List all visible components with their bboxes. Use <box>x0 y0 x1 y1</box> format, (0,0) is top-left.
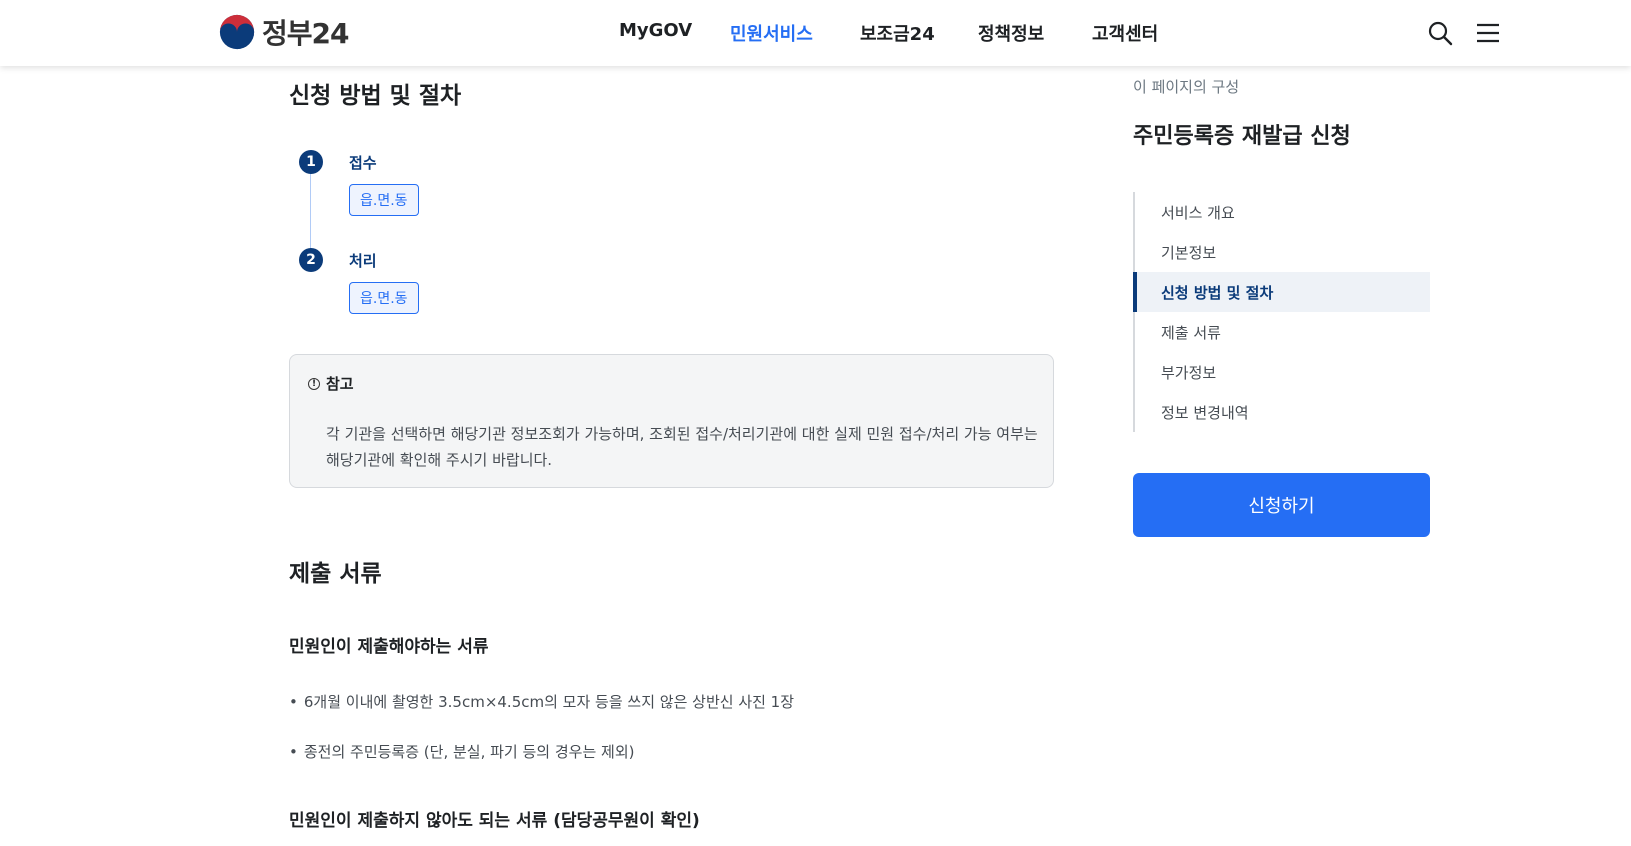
procedure-steps: 1 접수 읍.면.동 2 처리 읍.면.동 <box>299 150 699 330</box>
main-nav: MyGOV 민원서비스 보조금24 정책정보 고객센터 <box>0 0 1631 66</box>
org-tag-reception[interactable]: 읍.면.동 <box>349 184 419 216</box>
toc-list: 서비스 개요 기본정보 신청 방법 및 절차 제출 서류 부가정보 정보 변경내… <box>1133 192 1430 432</box>
step-connector <box>310 162 311 260</box>
step-title-reception: 접수 <box>349 154 377 172</box>
site-header: 정부24 MyGOV 민원서비스 보조금24 정책정보 고객센터 <box>0 0 1631 66</box>
search-icon[interactable] <box>1427 20 1453 46</box>
list-item: 6개월 이내에 촬영한 3.5cm×4.5cm의 모자 등을 쓰지 않은 상반신… <box>289 691 794 712</box>
toc-caption: 이 페이지의 구성 <box>1133 78 1240 96</box>
notice-body: 각 기관을 선택하면 해당기관 정보조회가 가능하며, 조회된 접수/처리기관에… <box>326 425 1038 469</box>
step-number: 2 <box>299 248 323 272</box>
list-item: 종전의 주민등록증 (단, 분실, 파기 등의 경우는 제외) <box>289 741 635 762</box>
procedure-heading: 신청 방법 및 절차 <box>289 83 462 109</box>
nav-civil-service[interactable]: 민원서비스 <box>730 20 813 46</box>
not-required-docs-title: 민원인이 제출하지 않아도 되는 서류 (담당공무원이 확인) <box>289 811 700 831</box>
nav-customer-center[interactable]: 고객센터 <box>1092 20 1158 46</box>
nav-policy-info[interactable]: 정책정보 <box>978 20 1044 46</box>
toc-item-change-history[interactable]: 정보 변경내역 <box>1135 392 1432 432</box>
toc-item-procedure[interactable]: 신청 방법 및 절차 <box>1133 272 1430 312</box>
info-icon: ! <box>308 377 320 390</box>
step-title-processing: 처리 <box>349 252 377 270</box>
toc-page-title: 주민등록증 재발급 신청 <box>1133 124 1351 149</box>
notice-title-text: 참고 <box>326 375 354 393</box>
notice-box: ! 참고 각 기관을 선택하면 해당기관 정보조회가 가능하며, 조회된 접수/… <box>289 354 1054 488</box>
step-number: 1 <box>299 150 323 174</box>
toc-item-basic-info[interactable]: 기본정보 <box>1135 232 1432 272</box>
org-tag-processing[interactable]: 읍.면.동 <box>349 282 419 314</box>
required-docs-title: 민원인이 제출해야하는 서류 <box>289 637 489 657</box>
documents-heading: 제출 서류 <box>289 561 382 587</box>
toc-item-overview[interactable]: 서비스 개요 <box>1135 192 1432 232</box>
nav-subsidy[interactable]: 보조금24 <box>860 20 935 46</box>
menu-icon[interactable] <box>1475 20 1501 46</box>
nav-mygov[interactable]: MyGOV <box>619 20 692 41</box>
toc-item-extra-info[interactable]: 부가정보 <box>1135 352 1432 392</box>
notice-title: ! 참고 <box>308 373 354 394</box>
toc-item-documents[interactable]: 제출 서류 <box>1135 312 1432 352</box>
apply-button[interactable]: 신청하기 <box>1133 473 1430 537</box>
